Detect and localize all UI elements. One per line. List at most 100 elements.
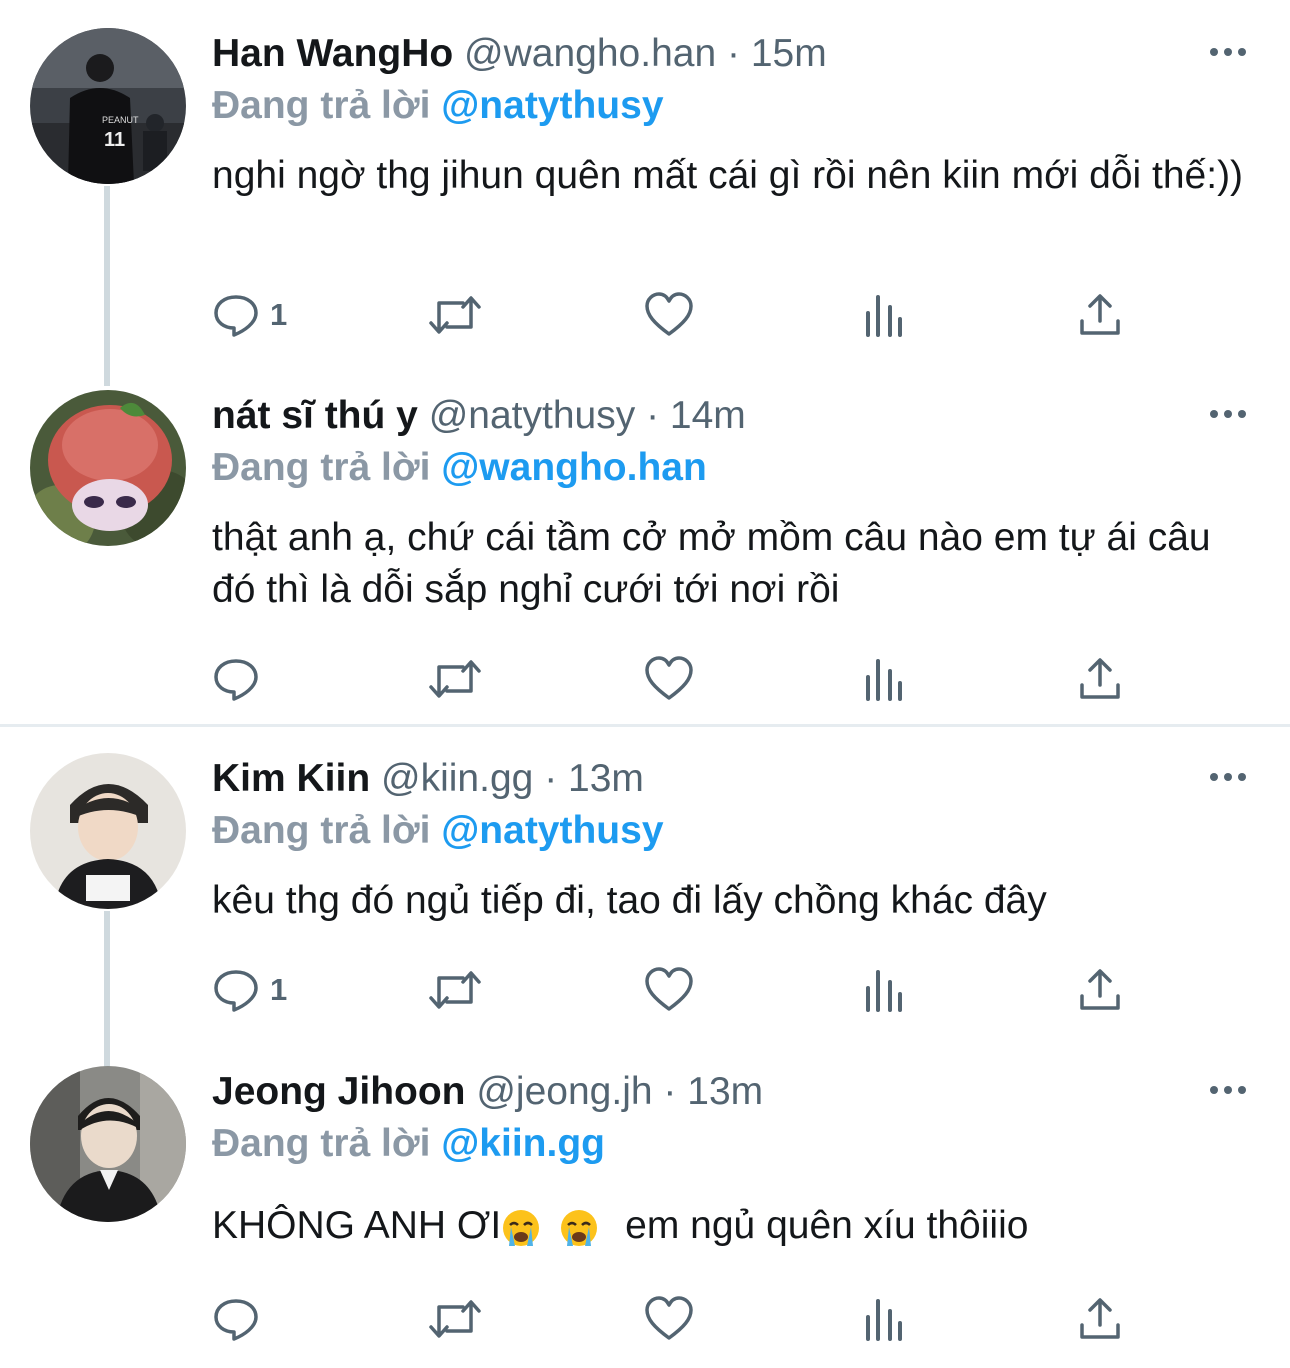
crying-face-emoji-icon [561, 1209, 598, 1246]
views-button[interactable] [862, 654, 906, 704]
thread-line [104, 186, 110, 386]
share-button[interactable] [1076, 290, 1124, 340]
action-bar [212, 654, 1132, 704]
tweet-text-part: KHÔNG ANH ƠI [212, 1204, 502, 1247]
tweet-header: Kim Kiin @kiin.gg · 13m [212, 755, 644, 803]
tweet[interactable]: nát sĩ thú y @natythusy · 14m Đang trả l… [0, 362, 1290, 724]
separator: · [727, 32, 741, 75]
reply-icon [214, 295, 258, 337]
mention-link[interactable]: @natythusy [441, 809, 663, 852]
avatar[interactable] [30, 1066, 186, 1222]
more-icon[interactable] [1208, 404, 1248, 424]
reply-count: 1 [270, 972, 288, 1007]
replying-to: Đang trả lời @natythusy [212, 807, 664, 855]
retweet-icon [429, 971, 481, 1009]
retweet-icon [429, 1300, 481, 1338]
more-icon[interactable] [1208, 1080, 1248, 1100]
reply-button[interactable] [212, 654, 260, 704]
tweet-text-part: em ngủ quên xíu thôiiio [625, 1204, 1029, 1247]
replying-to: Đang trả lời @natythusy [212, 82, 664, 130]
tweet-text: thật anh ạ, chứ cái tầm cở mở mồm câu nà… [212, 516, 1211, 611]
share-button[interactable] [1076, 654, 1124, 704]
share-button[interactable] [1076, 965, 1124, 1015]
replying-label: Đang trả lời [212, 809, 431, 852]
heart-icon [645, 967, 693, 1011]
share-icon [1080, 294, 1120, 335]
handle[interactable]: @kiin.gg [381, 757, 533, 800]
crying-face-emoji-icon [503, 1209, 540, 1246]
tweet[interactable]: Kim Kiin @kiin.gg · 13m Đang trả lời @na… [0, 725, 1290, 1071]
share-icon [1080, 969, 1120, 1010]
action-bar [212, 1294, 1132, 1344]
svg-text:PEANUT: PEANUT [102, 115, 139, 125]
retweet-button[interactable] [427, 654, 483, 704]
tweet-text: KHÔNG ANH ƠI em ngủ quên xíu thôiiio [212, 1200, 1252, 1252]
retweet-icon [429, 296, 481, 334]
timestamp[interactable]: 14m [670, 394, 746, 437]
mention-link[interactable]: @wangho.han [441, 446, 707, 489]
reply-button[interactable]: 1 [212, 965, 287, 1015]
replying-label: Đang trả lời [212, 84, 431, 127]
retweet-button[interactable] [427, 290, 483, 340]
replying-label: Đang trả lời [212, 1122, 431, 1165]
replying-to: Đang trả lời @wangho.han [212, 444, 707, 492]
like-button[interactable] [644, 1294, 694, 1344]
tweet-text: kêu thg đó ngủ tiếp đi, tao đi lấy chồng… [212, 879, 1047, 922]
tweet-header: Han WangHo @wangho.han · 15m [212, 30, 827, 78]
like-button[interactable] [644, 290, 694, 340]
handle[interactable]: @jeong.jh [476, 1070, 652, 1113]
display-name[interactable]: Kim Kiin [212, 757, 370, 800]
views-button[interactable] [862, 965, 906, 1015]
avatar[interactable] [30, 753, 186, 909]
tweet[interactable]: PEANUT 11 Han WangHo @wangho.han · 15m Đ… [0, 0, 1290, 386]
reply-button[interactable] [212, 1294, 260, 1344]
tweet-header: nát sĩ thú y @natythusy · 14m [212, 392, 746, 440]
avatar[interactable] [30, 390, 186, 546]
tweet-header: Jeong Jihoon @jeong.jh · 13m [212, 1068, 763, 1116]
heart-icon [645, 656, 693, 700]
analytics-icon [866, 659, 902, 701]
display-name[interactable]: nát sĩ thú y [212, 394, 418, 437]
analytics-icon [866, 295, 902, 337]
display-name[interactable]: Han WangHo [212, 32, 453, 75]
tweet-text: nghi ngờ thg jihun quên mất cái gì rồi n… [212, 154, 1244, 197]
share-button[interactable] [1076, 1294, 1124, 1344]
replying-label: Đang trả lời [212, 446, 431, 489]
mention-link[interactable]: @kiin.gg [441, 1122, 605, 1165]
heart-icon [645, 1296, 693, 1340]
reply-icon [214, 659, 258, 701]
separator: · [646, 394, 660, 437]
more-icon[interactable] [1208, 767, 1248, 787]
display-name[interactable]: Jeong Jihoon [212, 1070, 466, 1113]
share-icon [1080, 658, 1120, 699]
mention-link[interactable]: @natythusy [441, 84, 663, 127]
handle[interactable]: @natythusy [429, 394, 636, 437]
like-button[interactable] [644, 965, 694, 1015]
reply-icon [214, 1299, 258, 1341]
timestamp[interactable]: 13m [687, 1070, 763, 1113]
timestamp[interactable]: 13m [568, 757, 644, 800]
svg-text:11: 11 [104, 129, 125, 151]
like-button[interactable] [644, 654, 694, 704]
retweet-icon [429, 660, 481, 698]
timestamp[interactable]: 15m [751, 32, 827, 75]
retweet-button[interactable] [427, 1294, 483, 1344]
avatar[interactable]: PEANUT 11 [30, 28, 186, 184]
replying-to: Đang trả lời @kiin.gg [212, 1120, 605, 1168]
separator: · [544, 757, 558, 800]
more-icon[interactable] [1208, 42, 1248, 62]
views-button[interactable] [862, 290, 906, 340]
reply-count: 1 [270, 297, 288, 332]
retweet-button[interactable] [427, 965, 483, 1015]
tweet[interactable]: Jeong Jihoon @jeong.jh · 13m Đang trả lờ… [0, 1038, 1290, 1368]
reply-button[interactable]: 1 [212, 290, 287, 340]
action-bar: 1 [212, 965, 1132, 1015]
analytics-icon [866, 970, 902, 1012]
separator: · [663, 1070, 677, 1113]
views-button[interactable] [862, 1294, 906, 1344]
action-bar: 1 [212, 290, 1132, 340]
reply-icon [214, 970, 258, 1012]
handle[interactable]: @wangho.han [464, 32, 716, 75]
share-icon [1080, 1298, 1120, 1339]
analytics-icon [866, 1299, 902, 1341]
